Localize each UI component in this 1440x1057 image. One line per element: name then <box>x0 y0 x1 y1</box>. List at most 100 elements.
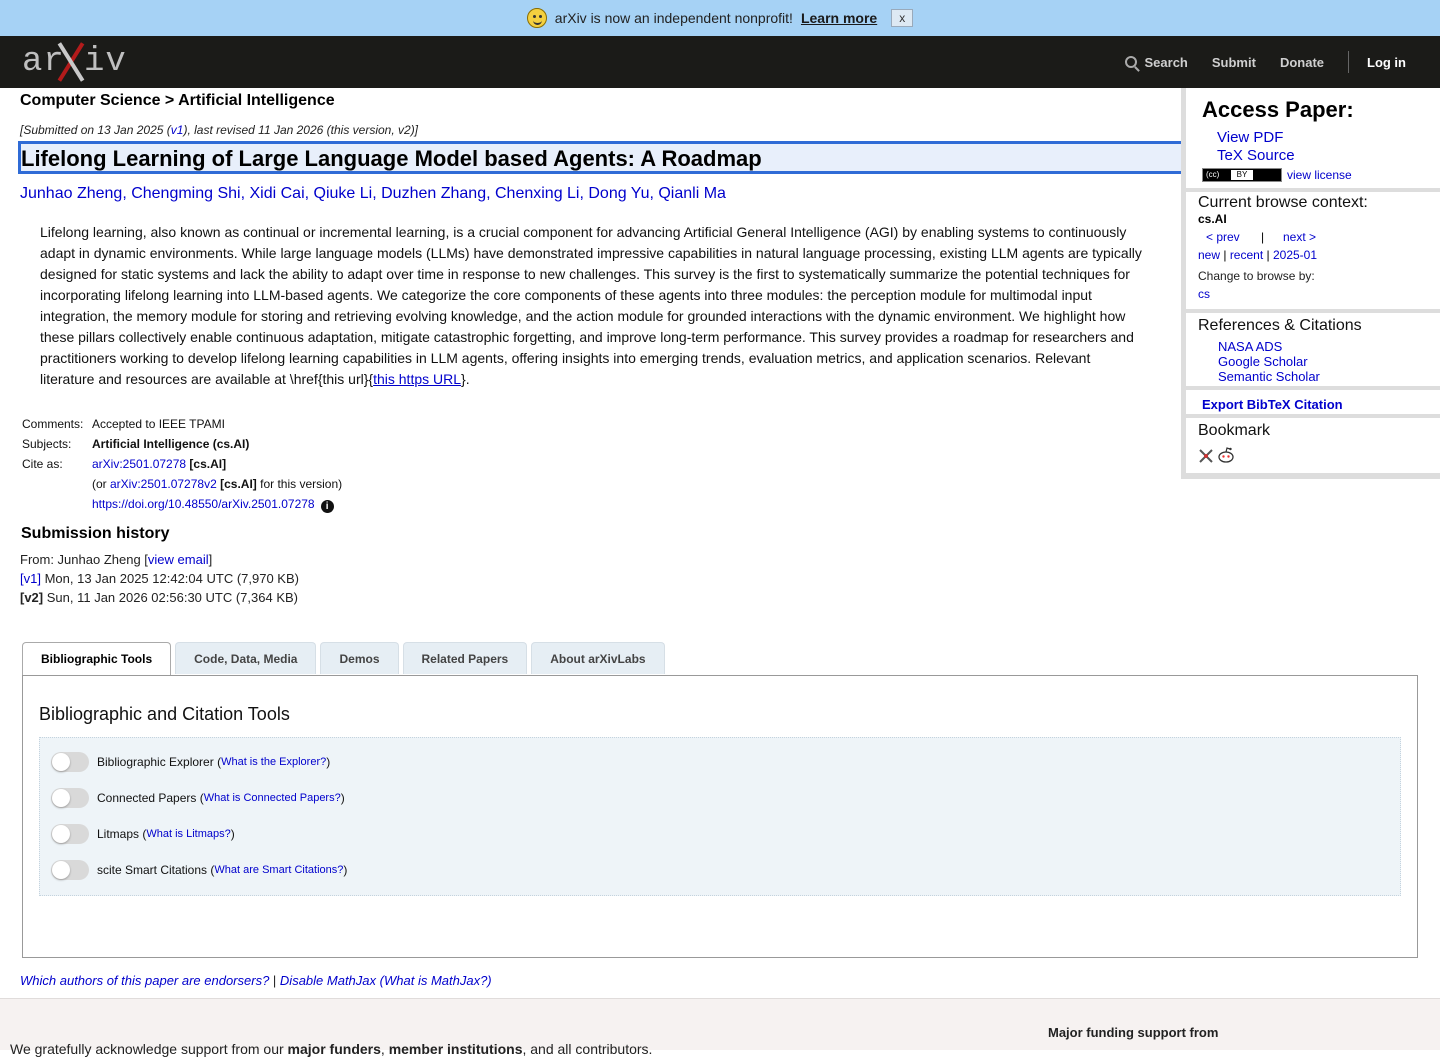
view-license-link[interactable]: view license <box>1287 168 1352 182</box>
tab-related-papers[interactable]: Related Papers <box>402 642 528 674</box>
tab-bibliographic-tools[interactable]: Bibliographic Tools <box>22 642 172 676</box>
access-paper-block: Access Paper: View PDF TeX Source view l… <box>1186 88 1440 188</box>
explorer-help-link[interactable]: What is the Explorer? <box>221 756 326 768</box>
history-v2-text: Sun, 11 Jan 2026 02:56:30 UTC (7,364 KB) <box>43 590 298 605</box>
disable-mathjax-link[interactable]: Disable MathJax <box>280 973 376 988</box>
author-link[interactable]: Junhao Zheng <box>20 185 122 202</box>
site-header: ar iv Search Submit Donate Log in <box>0 36 1440 88</box>
author-link[interactable]: Chengming Shi <box>131 185 240 202</box>
login-link[interactable]: Log in <box>1367 55 1406 70</box>
litmaps-help-link[interactable]: What is Litmaps? <box>146 828 230 840</box>
history-v2-label: [v2] <box>20 590 44 605</box>
header-nav: Search Submit Donate Log in <box>1101 36 1406 88</box>
subjects-value: Artificial Intelligence (cs.AI) <box>92 437 250 451</box>
google-scholar-link[interactable]: Google Scholar <box>1218 354 1308 369</box>
tool-row-litmaps: Litmaps (What is Litmaps?) <box>51 824 235 844</box>
subjects-label: Subjects: <box>22 437 72 451</box>
litmaps-toggle[interactable] <box>51 824 89 844</box>
semantic-scholar-link[interactable]: Semantic Scholar <box>1218 369 1320 384</box>
comments-row: Comments: Accepted to IEEE TPAMI <box>22 414 342 434</box>
tab-demos[interactable]: Demos <box>320 642 399 674</box>
view-email-link[interactable]: view email <box>148 552 209 567</box>
prev-link[interactable]: < prev <box>1206 230 1240 244</box>
tab-code-data-media[interactable]: Code, Data, Media <box>175 642 317 674</box>
doi-value: https://doi.org/10.48550/arXiv.2501.0727… <box>92 497 334 513</box>
major-funders-link[interactable]: major funders <box>288 1041 381 1057</box>
dateline-prefix: [Submitted on 13 Jan 2025 ( <box>20 123 171 137</box>
author-link[interactable]: Chenxing Li <box>495 185 580 202</box>
export-bibtex-link[interactable]: Export BibTeX Citation <box>1202 397 1343 412</box>
member-institutions-link[interactable]: member institutions <box>389 1041 523 1057</box>
what-is-mathjax-link[interactable]: (What is MathJax?) <box>380 973 492 988</box>
browse-links: new | recent | 2025-01 <box>1198 248 1318 262</box>
history-v1-link[interactable]: [v1] <box>20 571 41 586</box>
view-pdf-link[interactable]: View PDF <box>1217 129 1283 146</box>
tools-panel: Bibliographic and Citation Tools Bibliog… <box>22 675 1418 958</box>
tex-source-link[interactable]: TeX Source <box>1217 147 1295 164</box>
author-link[interactable]: Dong Yu <box>588 185 649 202</box>
reddit-icon[interactable] <box>1217 446 1235 469</box>
browse-context-value: cs.AI <box>1198 212 1227 226</box>
nasa-ads-link[interactable]: NASA ADS <box>1218 339 1282 354</box>
bookmark-title: Bookmark <box>1198 422 1271 439</box>
tab-about-arxivlabs[interactable]: About arXivLabs <box>531 642 665 674</box>
prev-next-separator: | <box>1261 230 1265 244</box>
tool-row-scite: scite Smart Citations (What are Smart Ci… <box>51 860 347 880</box>
cc-by-license-icon[interactable] <box>1202 168 1282 182</box>
doi-link[interactable]: https://doi.org/10.48550/arXiv.2501.0727… <box>92 497 315 511</box>
version-prefix: (or <box>92 477 110 491</box>
title-highlight: Lifelong Learning of Large Language Mode… <box>18 141 1188 174</box>
author-link[interactable]: Duzhen Zhang <box>381 185 486 202</box>
change-browse-label: Change to browse by: <box>1198 269 1315 283</box>
recent-link[interactable]: recent <box>1230 248 1263 262</box>
comments-label: Comments: <box>22 417 84 431</box>
version-value: (or arXiv:2501.07278v2 [cs.AI] for this … <box>92 477 342 491</box>
scite-label: scite Smart Citations <box>97 863 208 877</box>
search-label: Search <box>1144 54 1188 70</box>
learn-more-link[interactable]: Learn more <box>801 10 877 26</box>
litmaps-label: Litmaps <box>97 827 140 841</box>
author-list: Junhao Zheng, Chengming Shi, Xidi Cai, Q… <box>20 185 726 202</box>
tool-row-connected-papers: Connected Papers (What is Connected Pape… <box>51 788 345 808</box>
connected-papers-toggle[interactable] <box>51 788 89 808</box>
ack-prefix: We gratefully acknowledge support from o… <box>10 1041 288 1057</box>
author-link[interactable]: Qiuke Li <box>314 185 373 202</box>
cs-link[interactable]: cs <box>1198 287 1210 301</box>
info-icon[interactable]: i <box>320 500 334 513</box>
new-link[interactable]: new <box>1198 248 1220 262</box>
submit-link[interactable]: Submit <box>1212 55 1256 70</box>
search-link[interactable]: Search <box>1124 54 1188 70</box>
tools-title: Bibliographic and Citation Tools <box>39 704 290 724</box>
explorer-toggle[interactable] <box>51 752 89 772</box>
cite-id-link[interactable]: arXiv:2501.07278 <box>92 457 186 471</box>
close-banner-button[interactable]: x <box>891 9 914 27</box>
submission-dateline: [Submitted on 13 Jan 2025 (v1), last rev… <box>20 123 418 137</box>
month-link[interactable]: 2025-01 <box>1273 248 1317 262</box>
explorer-label: Bibliographic Explorer <box>97 755 214 769</box>
abstract-url-link[interactable]: this https URL <box>373 371 461 387</box>
version-id-link[interactable]: arXiv:2501.07278v2 <box>110 477 217 491</box>
smiley-icon <box>526 8 547 28</box>
submission-history-title: Submission history <box>21 525 170 542</box>
connected-papers-help-link[interactable]: What is Connected Papers? <box>204 792 341 804</box>
abstract: Lifelong learning, also known as continu… <box>40 222 1145 390</box>
endorsers-line: Which authors of this paper are endorser… <box>20 973 492 988</box>
arxiv-logo[interactable]: ar iv <box>22 42 126 82</box>
bibsonomy-icon[interactable] <box>1198 448 1214 469</box>
author-link[interactable]: Xidi Cai <box>250 185 305 202</box>
donate-link[interactable]: Donate <box>1280 55 1324 70</box>
version-category: [cs.AI] <box>220 477 257 491</box>
sidebar: Access Paper: View PDF TeX Source view l… <box>1181 88 1440 479</box>
connected-papers-label: Connected Papers <box>97 791 197 805</box>
v1-link[interactable]: v1 <box>171 123 184 137</box>
history-v2: [v2] Sun, 11 Jan 2026 02:56:30 UTC (7,36… <box>20 588 299 607</box>
labs-tabs: Bibliographic Tools Code, Data, Media De… <box>22 642 669 676</box>
author-link[interactable]: Qianli Ma <box>658 185 726 202</box>
next-link[interactable]: next > <box>1283 230 1316 244</box>
breadcrumb: Computer Science > Artificial Intelligen… <box>20 92 335 109</box>
scite-toggle[interactable] <box>51 860 89 880</box>
cite-row: Cite as: arXiv:2501.07278 [cs.AI] <box>22 454 342 474</box>
scite-help-link[interactable]: What are Smart Citations? <box>214 864 343 876</box>
cite-category: [cs.AI] <box>189 457 227 471</box>
endorsers-link[interactable]: Which authors of this paper are endorser… <box>20 973 269 988</box>
